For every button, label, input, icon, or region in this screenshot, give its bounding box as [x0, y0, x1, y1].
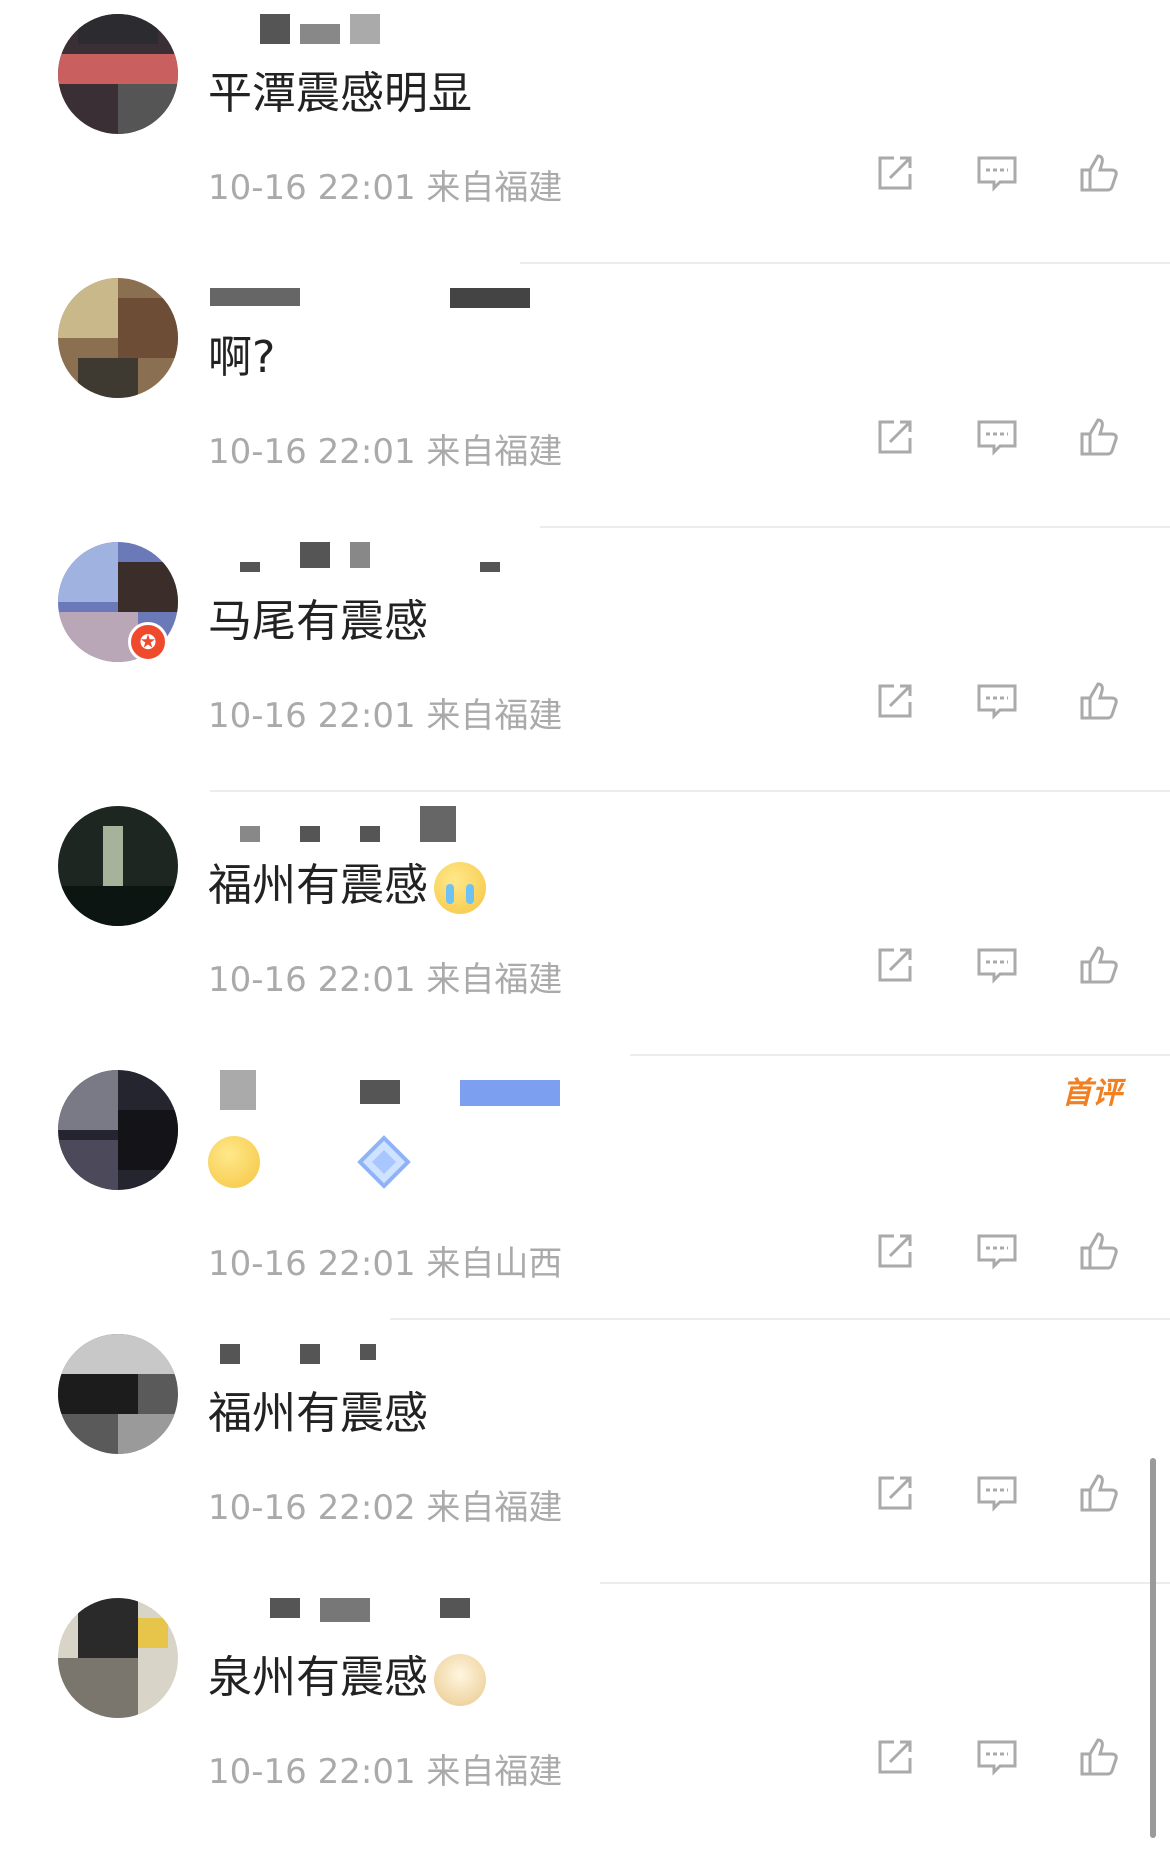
share-icon[interactable] — [872, 942, 918, 988]
comment-time: 10-16 22:02 — [208, 1488, 416, 1528]
comment-meta: 10-16 22:01 来自福建 — [208, 160, 562, 209]
thumbs-up-icon[interactable] — [1076, 1734, 1122, 1780]
comment-location: 来自福建 — [426, 1752, 563, 1792]
share-icon[interactable] — [872, 1470, 918, 1516]
comment-text-content: 福州有震感 — [208, 860, 428, 911]
comment-time: 10-16 22:01 — [208, 168, 416, 208]
comment-meta: 10-16 22:01 来自福建 — [208, 1744, 562, 1793]
thumbs-up-icon[interactable] — [1076, 414, 1122, 460]
comment-text-content: 啊? — [208, 332, 276, 383]
comment-location: 来自福建 — [426, 168, 563, 208]
comment-icon[interactable] — [974, 1470, 1020, 1516]
share-icon[interactable] — [872, 1734, 918, 1780]
comment-actions — [872, 150, 1122, 196]
comment-icon[interactable] — [974, 942, 1020, 988]
comment-text-content: 马尾有震感 — [208, 596, 428, 647]
comment-text-content: 平潭震感明显 — [208, 68, 472, 119]
username-blurred[interactable] — [210, 806, 570, 846]
comment-time: 10-16 22:01 — [208, 1752, 416, 1792]
username-blurred[interactable] — [210, 278, 570, 318]
comment-location: 来自福建 — [426, 696, 563, 736]
share-icon[interactable] — [872, 414, 918, 460]
comment-item[interactable]: 平潭震感明显 10-16 22:01 来自福建 — [0, 0, 1170, 264]
diamond-sticker-icon — [357, 1135, 411, 1189]
comment-location: 来自福建 — [426, 960, 563, 1000]
thumbs-up-icon[interactable] — [1076, 678, 1122, 724]
comment-location: 来自福建 — [426, 432, 563, 472]
crying-face-emoji — [434, 862, 486, 914]
avatar[interactable] — [58, 278, 178, 398]
comment-actions — [872, 1734, 1122, 1780]
comment-actions — [872, 942, 1122, 988]
username-blurred[interactable] — [210, 14, 570, 54]
avatar[interactable] — [58, 1334, 178, 1454]
comment-icon[interactable] — [974, 414, 1020, 460]
comment-text: 啊? — [208, 330, 275, 386]
comment-location: 来自山西 — [426, 1244, 563, 1284]
comment-time: 10-16 22:01 — [208, 432, 416, 472]
comment-meta: 10-16 22:01 来自福建 — [208, 952, 562, 1001]
doge-emoji — [434, 1654, 486, 1706]
username-blurred[interactable] — [210, 542, 570, 582]
avatar[interactable] — [58, 806, 178, 926]
comment-time: 10-16 22:01 — [208, 960, 416, 1000]
comment-text: 福州有震感 — [208, 1386, 428, 1442]
avatar[interactable] — [58, 14, 178, 134]
comment-time: 10-16 22:01 — [208, 696, 416, 736]
comment-text: 福州有震感 — [208, 858, 486, 914]
comment-icon[interactable] — [974, 678, 1020, 724]
comment-meta: 10-16 22:01 来自福建 — [208, 688, 562, 737]
comment-item[interactable]: 福州有震感 10-16 22:01 来自福建 — [0, 792, 1170, 1056]
comment-text: 泉州有震感 — [208, 1650, 486, 1706]
sweat-face-emoji — [208, 1136, 260, 1188]
thumbs-up-icon[interactable] — [1076, 1470, 1122, 1516]
first-comment-badge: 首评 — [1062, 1076, 1122, 1111]
comment-meta: 10-16 22:01 来自福建 — [208, 424, 562, 473]
comment-meta: 10-16 22:02 来自福建 — [208, 1480, 562, 1529]
share-icon[interactable] — [872, 150, 918, 196]
username-blurred[interactable] — [210, 1598, 570, 1638]
comment-time: 10-16 22:01 — [208, 1244, 416, 1284]
comment-actions — [872, 1470, 1122, 1516]
comment-icon[interactable] — [974, 1734, 1020, 1780]
comment-location: 来自福建 — [426, 1488, 563, 1528]
comment-text — [208, 1132, 414, 1192]
share-icon[interactable] — [872, 678, 918, 724]
comment-icon[interactable] — [974, 150, 1020, 196]
username-blurred[interactable] — [210, 1070, 570, 1110]
username-blurred[interactable] — [210, 1334, 570, 1374]
avatar[interactable] — [58, 1070, 178, 1190]
comment-text-content: 泉州有震感 — [208, 1652, 428, 1703]
comment-item[interactable]: 泉州有震感 10-16 22:01 来自福建 — [0, 1584, 1170, 1848]
thumbs-up-icon[interactable] — [1076, 1228, 1122, 1274]
thumbs-up-icon[interactable] — [1076, 150, 1122, 196]
comment-item[interactable]: ✪ 马尾有震感 10-16 22:01 来自福建 — [0, 528, 1170, 792]
comment-meta: 10-16 22:01 来自山西 — [208, 1236, 562, 1285]
thumbs-up-icon[interactable] — [1076, 942, 1122, 988]
comment-text: 平潭震感明显 — [208, 66, 472, 122]
comment-actions — [872, 678, 1122, 724]
comment-item[interactable]: 福州有震感 10-16 22:02 来自福建 — [0, 1320, 1170, 1584]
share-icon[interactable] — [872, 1228, 918, 1274]
comment-icon[interactable] — [974, 1228, 1020, 1274]
verified-badge-icon: ✪ — [128, 622, 168, 662]
comment-item[interactable]: 啊? 10-16 22:01 来自福建 — [0, 264, 1170, 528]
scrollbar[interactable] — [1150, 1458, 1156, 1838]
comment-item[interactable]: 首评 10-16 22:01 来自山西 — [0, 1056, 1170, 1320]
avatar[interactable] — [58, 1598, 178, 1718]
comment-text: 马尾有震感 — [208, 594, 428, 650]
comment-actions — [872, 414, 1122, 460]
comment-text-content: 福州有震感 — [208, 1388, 428, 1439]
comment-actions — [872, 1228, 1122, 1274]
